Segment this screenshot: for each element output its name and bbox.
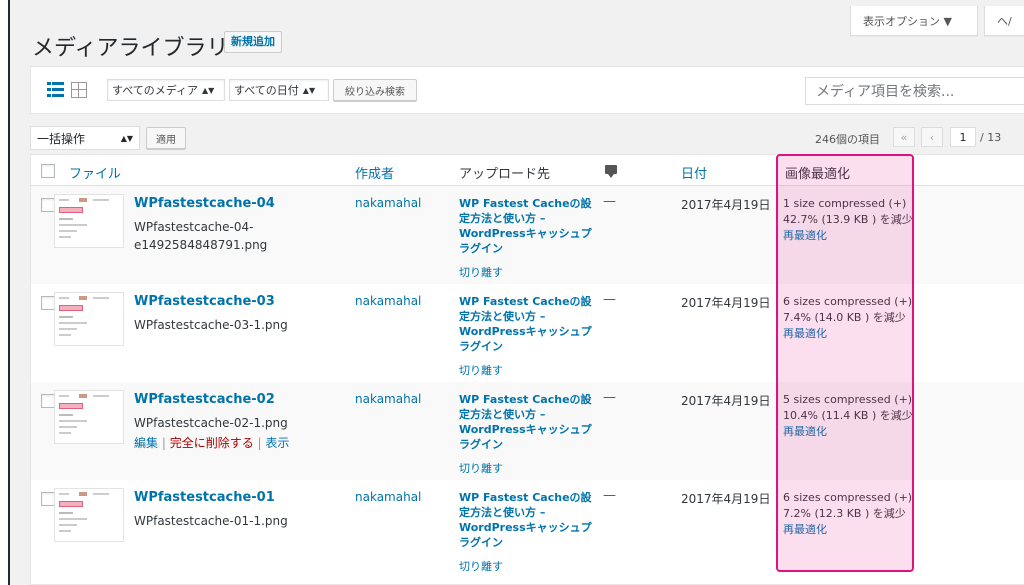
reduction-info: 7.2% (12.3 KB ) を減少 (783, 507, 906, 520)
column-date[interactable]: 日付 (681, 163, 707, 182)
author-link[interactable]: nakamahal (355, 490, 421, 504)
filter-button[interactable]: 絞り込み検索 (333, 79, 417, 101)
reoptimize-link[interactable]: 再最適化 (783, 424, 915, 440)
bulk-action-value: 一括操作 (37, 131, 86, 146)
compressed-sizes[interactable]: 1 size compressed (+) (783, 196, 915, 212)
thumbnail[interactable] (54, 194, 124, 248)
first-page-button[interactable]: « (893, 127, 915, 147)
thumbnail[interactable] (54, 488, 124, 542)
select-arrow-icon: ▲▼ (202, 85, 215, 95)
search-input[interactable]: メディア項目を検索... (805, 77, 1024, 105)
reoptimize-link[interactable]: 再最適化 (783, 228, 915, 244)
total-pages: / 13 (980, 131, 1002, 144)
view-link[interactable]: 表示 (265, 436, 289, 450)
compressed-sizes[interactable]: 5 sizes compressed (+) (783, 392, 915, 408)
comment-count: — (603, 194, 616, 209)
date-value: 2017年4月19日 (681, 198, 771, 212)
date-value: すべての日付 (234, 84, 299, 97)
uploaded-to-link[interactable]: WP Fastest Cacheの設定方法と使い方 – WordPressキャッ… (459, 392, 599, 452)
reoptimize-link[interactable]: 再最適化 (783, 326, 915, 342)
date-value: 2017年4月19日 (681, 394, 771, 408)
uploaded-to-link[interactable]: WP Fastest Cacheの設定方法と使い方 – WordPressキャッ… (459, 196, 599, 256)
uploaded-to-link[interactable]: WP Fastest Cacheの設定方法と使い方 – WordPressキャッ… (459, 490, 599, 550)
select-all-checkbox[interactable] (41, 164, 55, 178)
comment-count: — (603, 390, 616, 405)
grid-view-icon[interactable] (71, 82, 87, 98)
table-row: WPfastestcache-04 WPfastestcache-04-e149… (31, 186, 1024, 284)
date-value: 2017年4月19日 (681, 492, 771, 506)
reduction-info: 10.4% (11.4 KB ) を減少 (783, 409, 913, 422)
detach-link[interactable]: 切り離す (459, 460, 503, 476)
media-table: ファイル 作成者 アップロード先 日付 画像最適化 WPfastestcache… (30, 154, 1024, 585)
table-header: ファイル 作成者 アップロード先 日付 画像最適化 (31, 155, 1024, 186)
media-filter-bar: すべてのメディア ▲▼ すべての日付 ▲▼ 絞り込み検索 メディア項目を検索... (30, 66, 1024, 114)
reoptimize-link[interactable]: 再最適化 (783, 522, 915, 538)
edit-link[interactable]: 編集 (134, 436, 158, 450)
select-arrow-icon: ▲▼ (302, 85, 316, 95)
author-link[interactable]: nakamahal (355, 392, 421, 406)
thumbnail[interactable] (54, 390, 124, 444)
media-type-select[interactable]: すべてのメディア ▲▼ (107, 79, 225, 101)
filename: WPfastestcache-04-e1492584848791.png (134, 220, 268, 252)
filename: WPfastestcache-02-1.png (134, 416, 288, 430)
prev-page-button[interactable]: ‹ (921, 127, 943, 147)
author-link[interactable]: nakamahal (355, 294, 421, 308)
filename: WPfastestcache-01-1.png (134, 514, 288, 528)
column-optimization: 画像最適化 (785, 167, 851, 182)
column-uploaded-to[interactable]: アップロード先 (459, 163, 550, 182)
uploaded-to-link[interactable]: WP Fastest Cacheの設定方法と使い方 – WordPressキャッ… (459, 294, 599, 354)
media-title-link[interactable]: WPfastestcache-01 (134, 490, 275, 505)
table-row: WPfastestcache-03 WPfastestcache-03-1.pn… (31, 284, 1024, 382)
screen-options-tab[interactable]: 表示オプション ▼ (850, 6, 978, 36)
compressed-sizes[interactable]: 6 sizes compressed (+) (783, 490, 915, 506)
items-count: 246個の項目 (815, 133, 880, 146)
row-checkbox[interactable] (41, 394, 55, 408)
screen-options-label: 表示オプション ▼ (863, 14, 952, 28)
compressed-sizes[interactable]: 6 sizes compressed (+) (783, 294, 915, 310)
thumbnail[interactable] (54, 292, 124, 346)
current-page-input[interactable]: 1 (950, 127, 976, 147)
author-link[interactable]: nakamahal (355, 196, 421, 210)
help-label: ヘ/ (997, 14, 1012, 28)
optimization-info: 6 sizes compressed (+) 7.2% (12.3 KB ) を… (783, 490, 915, 538)
comment-count: — (603, 488, 616, 503)
row-checkbox[interactable] (41, 492, 55, 506)
row-actions: 編集 | 完全に削除する | 表示 (134, 436, 290, 450)
date-value: 2017年4月19日 (681, 296, 771, 310)
add-new-button[interactable]: 新規追加 (224, 31, 282, 53)
help-tab[interactable]: ヘ/ (984, 6, 1024, 36)
date-select[interactable]: すべての日付 ▲▼ (229, 79, 329, 101)
filename: WPfastestcache-03-1.png (134, 318, 288, 332)
table-row: WPfastestcache-01 WPfastestcache-01-1.pn… (31, 480, 1024, 578)
detach-link[interactable]: 切り離す (459, 362, 503, 378)
list-view-icon[interactable] (47, 82, 64, 98)
comment-icon[interactable] (605, 165, 617, 178)
row-checkbox[interactable] (41, 198, 55, 212)
media-title-link[interactable]: WPfastestcache-04 (134, 196, 275, 211)
optimization-info: 5 sizes compressed (+) 10.4% (11.4 KB ) … (783, 392, 915, 440)
media-type-value: すべてのメディア (112, 84, 199, 97)
apply-button[interactable]: 適用 (146, 127, 186, 149)
select-arrow-icon: ▲▼ (120, 133, 133, 143)
optimization-info: 6 sizes compressed (+) 7.4% (14.0 KB ) を… (783, 294, 915, 342)
table-row: WPfastestcache-02 WPfastestcache-02-1.pn… (31, 382, 1024, 480)
column-author[interactable]: 作成者 (355, 163, 394, 182)
detach-link[interactable]: 切り離す (459, 558, 503, 574)
column-file[interactable]: ファイル (69, 163, 121, 182)
bulk-action-select[interactable]: 一括操作 ▲▼ (30, 126, 140, 150)
detach-link[interactable]: 切り離す (459, 264, 503, 280)
admin-menu-edge (0, 0, 10, 585)
row-checkbox[interactable] (41, 296, 55, 310)
media-title-link[interactable]: WPfastestcache-03 (134, 294, 275, 309)
optimization-info: 1 size compressed (+) 42.7% (13.9 KB ) を… (783, 196, 915, 244)
comment-count: — (603, 292, 616, 307)
page-title: メディアライブラリ (32, 36, 229, 61)
reduction-info: 7.4% (14.0 KB ) を減少 (783, 311, 906, 324)
media-title-link[interactable]: WPfastestcache-02 (134, 392, 275, 407)
delete-permanently-link[interactable]: 完全に削除する (170, 436, 254, 450)
reduction-info: 42.7% (13.9 KB ) を減少 (783, 213, 913, 226)
